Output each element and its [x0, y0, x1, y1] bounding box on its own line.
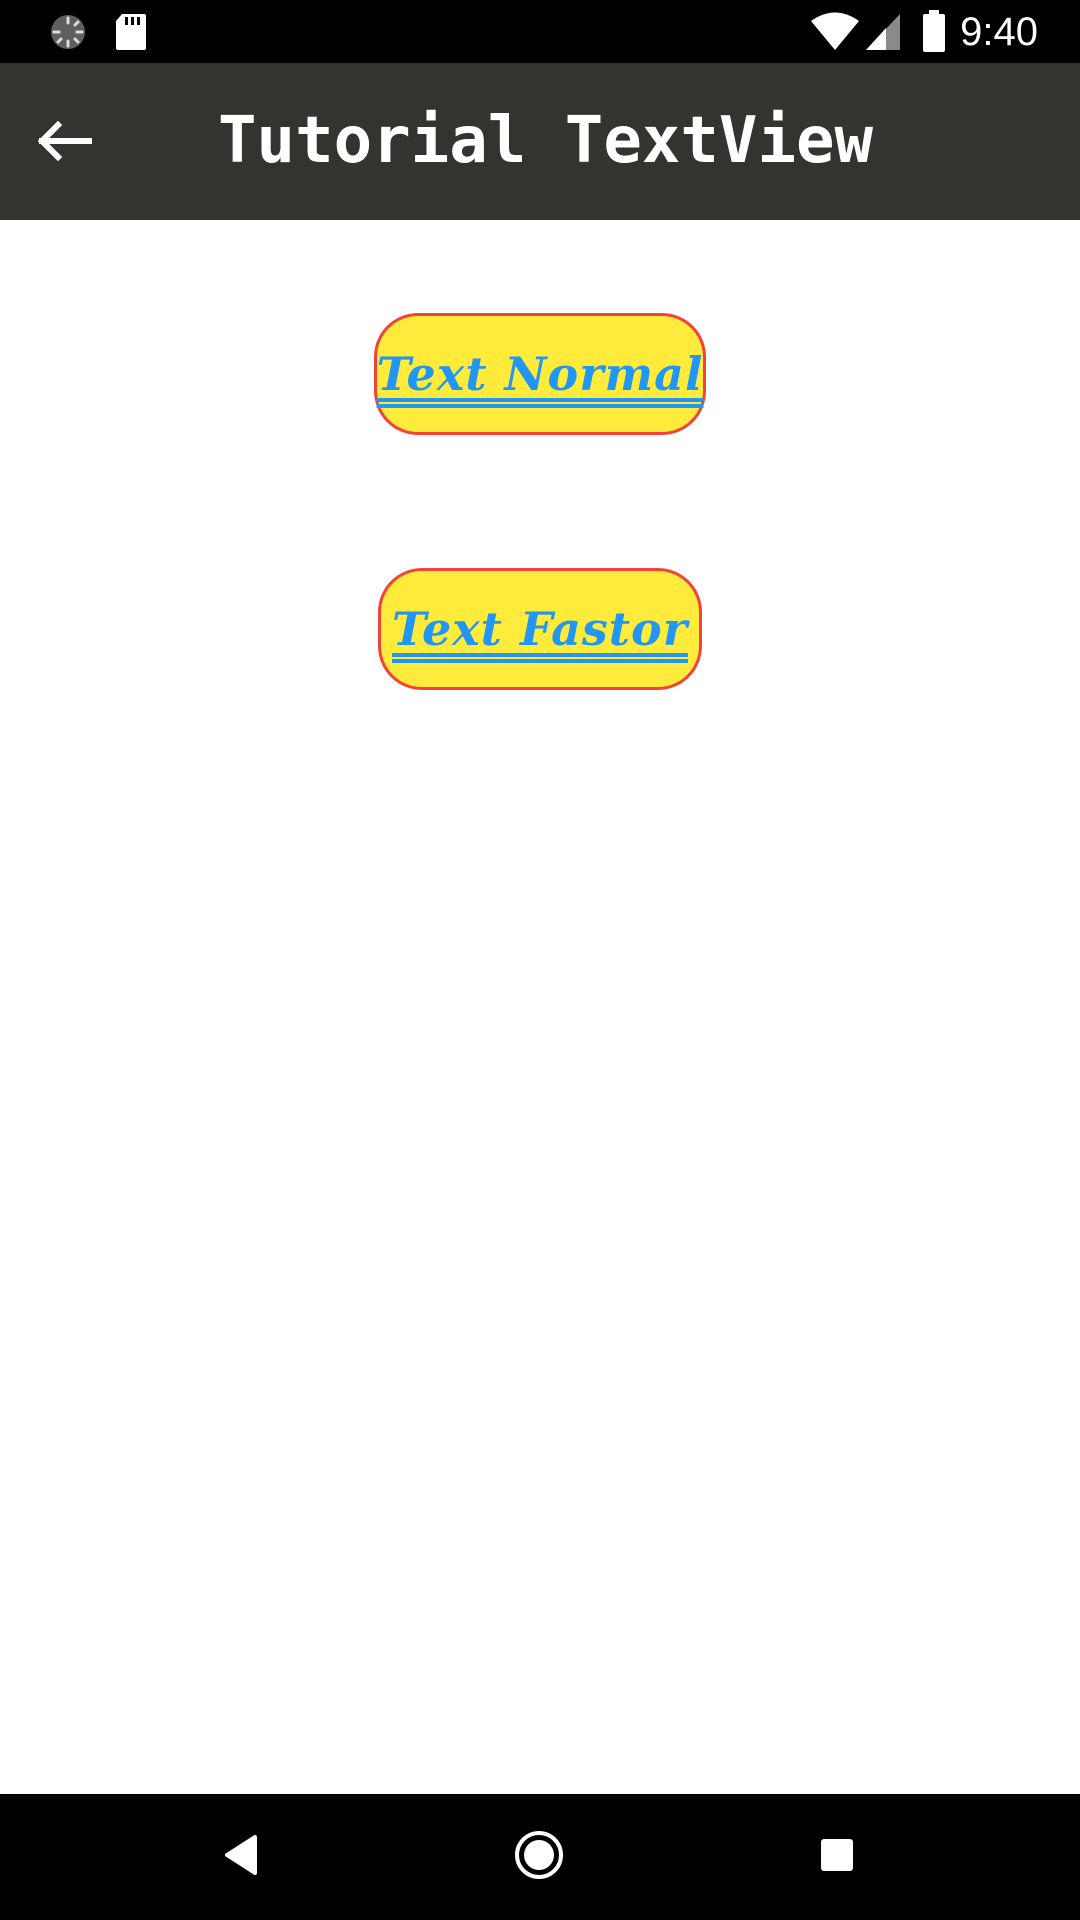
cell-signal-icon	[864, 12, 902, 56]
back-arrow-icon	[36, 120, 93, 165]
nav-recents-icon	[819, 1837, 855, 1877]
nav-home-button[interactable]	[494, 1812, 584, 1902]
status-bar: 9:40	[0, 0, 1080, 63]
sd-card-icon	[114, 12, 154, 52]
nav-recents-button[interactable]	[792, 1812, 882, 1902]
text-fastor-label: Text Fastor	[392, 602, 688, 656]
app-bar: Tutorial TextView	[0, 63, 1080, 220]
nav-back-icon	[221, 1833, 261, 1881]
text-normal-button[interactable]: Text Normal	[374, 313, 706, 435]
battery-icon	[922, 10, 946, 56]
nav-home-icon	[513, 1829, 565, 1885]
text-fastor-button[interactable]: Text Fastor	[378, 568, 702, 690]
status-time: 9:40	[960, 10, 1038, 54]
wifi-icon	[810, 12, 860, 56]
text-normal-label: Text Normal	[376, 347, 704, 401]
sync-spinner-icon	[48, 12, 88, 52]
back-button[interactable]	[20, 99, 108, 187]
nav-back-button[interactable]	[196, 1812, 286, 1902]
screen: 9:40 Tutorial TextView Text Normal Text …	[0, 0, 1080, 1920]
page-title: Tutorial TextView	[218, 104, 874, 178]
navigation-bar	[0, 1794, 1080, 1920]
